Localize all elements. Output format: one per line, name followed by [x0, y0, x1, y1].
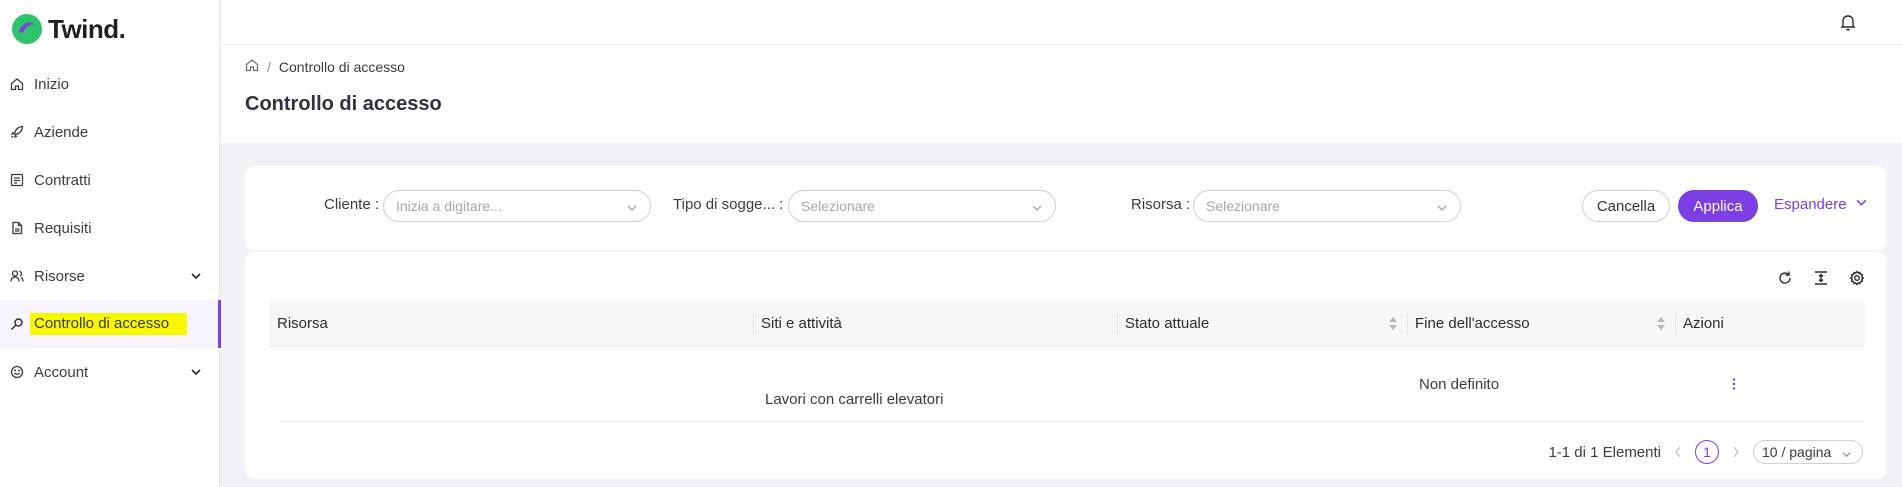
table-toolbar — [1775, 268, 1867, 288]
apply-button[interactable]: Applica — [1678, 190, 1758, 222]
filter-panel: Cliente : Inizia a digitare... Tipo di s… — [245, 166, 1887, 250]
sidebar-item-account[interactable]: Account — [0, 348, 220, 396]
chevron-down-icon — [1031, 201, 1043, 217]
cell-siti-e-attivita: Lavori con carrelli elevatori — [765, 391, 944, 408]
chevron-down-icon — [626, 201, 638, 217]
chevron-down-icon — [1841, 447, 1852, 463]
table-row[interactable]: Lavori con carrelli elevatori Non defini… — [281, 347, 1865, 422]
breadcrumb: / Controllo di accesso — [245, 58, 405, 75]
page-size-select[interactable]: 10 / pagina — [1753, 440, 1863, 464]
sidebar-item-label: Inizio — [34, 75, 70, 93]
file-icon — [10, 221, 24, 235]
cliente-select[interactable]: Inizia a digitare... — [383, 190, 651, 222]
breadcrumb-separator: / — [267, 58, 271, 75]
expand-filters-button[interactable]: Espandere — [1774, 196, 1868, 213]
chevron-left-icon[interactable] — [1671, 446, 1685, 458]
cliente-placeholder: Inizia a digitare... — [396, 198, 502, 214]
pagination-summary: 1-1 di 1 Elementi — [1548, 443, 1661, 461]
risorsa-select[interactable]: Selezionare — [1193, 190, 1461, 222]
sidebar: Twind. Inizio Aziende Contratti Requisit… — [0, 0, 221, 487]
contract-icon — [10, 173, 24, 187]
cliente-label: Cliente : — [324, 196, 380, 213]
sidebar-item-requisiti[interactable]: Requisiti — [0, 204, 220, 252]
top-bar — [221, 0, 1902, 45]
smile-icon — [10, 365, 24, 379]
risorsa-placeholder: Selezionare — [1206, 198, 1280, 214]
column-header-fine-accesso[interactable]: Fine dell'accesso — [1407, 300, 1675, 347]
logo[interactable]: Twind. — [10, 12, 126, 46]
tipo-soggetto-placeholder: Selezionare — [801, 198, 875, 214]
tipo-soggetto-label: Tipo di sogge... : — [673, 196, 784, 213]
more-actions-icon[interactable] — [1732, 377, 1736, 394]
settings-gear-icon[interactable] — [1847, 268, 1867, 288]
sidebar-item-label: Risorse — [34, 267, 85, 285]
sidebar-item-label: Controllo di accesso — [30, 313, 188, 335]
column-label: Fine dell'accesso — [1415, 315, 1530, 332]
home-icon — [10, 77, 24, 91]
users-icon — [10, 269, 24, 283]
twind-logo-icon — [10, 12, 44, 46]
cancel-button[interactable]: Cancella — [1582, 190, 1670, 222]
column-header-risorsa: Risorsa — [277, 315, 328, 332]
chevron-down-icon[interactable] — [190, 269, 202, 286]
pagination: 1-1 di 1 Elementi 1 10 / pagina — [1548, 440, 1863, 464]
column-label: Stato attuale — [1125, 315, 1210, 332]
sidebar-item-label: Requisiti — [34, 219, 92, 237]
sidebar-item-contratti[interactable]: Contratti — [0, 156, 220, 204]
sort-icon[interactable] — [1657, 317, 1665, 330]
sidebar-item-inizio[interactable]: Inizio — [0, 60, 220, 108]
sidebar-nav: Inizio Aziende Contratti Requisiti Risor… — [0, 60, 221, 396]
sidebar-item-label: Aziende — [34, 123, 89, 141]
column-header-siti-e-attivita: Siti e attività — [753, 300, 1117, 347]
sort-icon[interactable] — [1389, 317, 1397, 330]
page-title: Controllo di accesso — [245, 93, 442, 115]
chevron-down-icon[interactable] — [190, 365, 202, 382]
refresh-icon[interactable] — [1775, 268, 1795, 288]
results-table-card: Risorsa Siti e attività Stato attuale Fi… — [245, 252, 1887, 479]
sidebar-item-controllo-di-accesso[interactable]: Controllo di accesso — [0, 300, 221, 348]
sidebar-item-risorse[interactable]: Risorse — [0, 252, 220, 300]
brand-name: Twind. — [48, 13, 126, 44]
sidebar-item-label: Account — [34, 363, 89, 381]
chevron-down-icon — [1436, 201, 1448, 217]
bell-icon[interactable] — [1840, 13, 1856, 34]
cell-fine-accesso: Non definito — [1419, 376, 1500, 393]
page-header: / Controllo di accesso Controllo di acce… — [221, 45, 1902, 143]
chevron-down-icon — [1855, 196, 1868, 213]
column-header-stato-attuale[interactable]: Stato attuale — [1117, 300, 1407, 347]
expand-label: Espandere — [1774, 196, 1847, 213]
table-header: Risorsa Siti e attività Stato attuale Fi… — [269, 300, 1865, 347]
home-icon[interactable] — [245, 58, 259, 75]
column-header-azioni: Azioni — [1675, 300, 1865, 347]
page-number-button[interactable]: 1 — [1695, 440, 1719, 464]
chevron-right-icon[interactable] — [1729, 446, 1743, 458]
column-height-icon[interactable] — [1811, 268, 1831, 288]
page-size-value: 10 / pagina — [1762, 444, 1832, 460]
breadcrumb-current: Controllo di accesso — [278, 58, 405, 75]
key-icon — [10, 317, 24, 331]
sidebar-item-label: Contratti — [34, 171, 91, 189]
rocket-icon — [10, 125, 24, 139]
sidebar-item-aziende[interactable]: Aziende — [0, 108, 220, 156]
tipo-soggetto-select[interactable]: Selezionare — [788, 190, 1056, 222]
risorsa-label: Risorsa : — [1131, 196, 1191, 213]
